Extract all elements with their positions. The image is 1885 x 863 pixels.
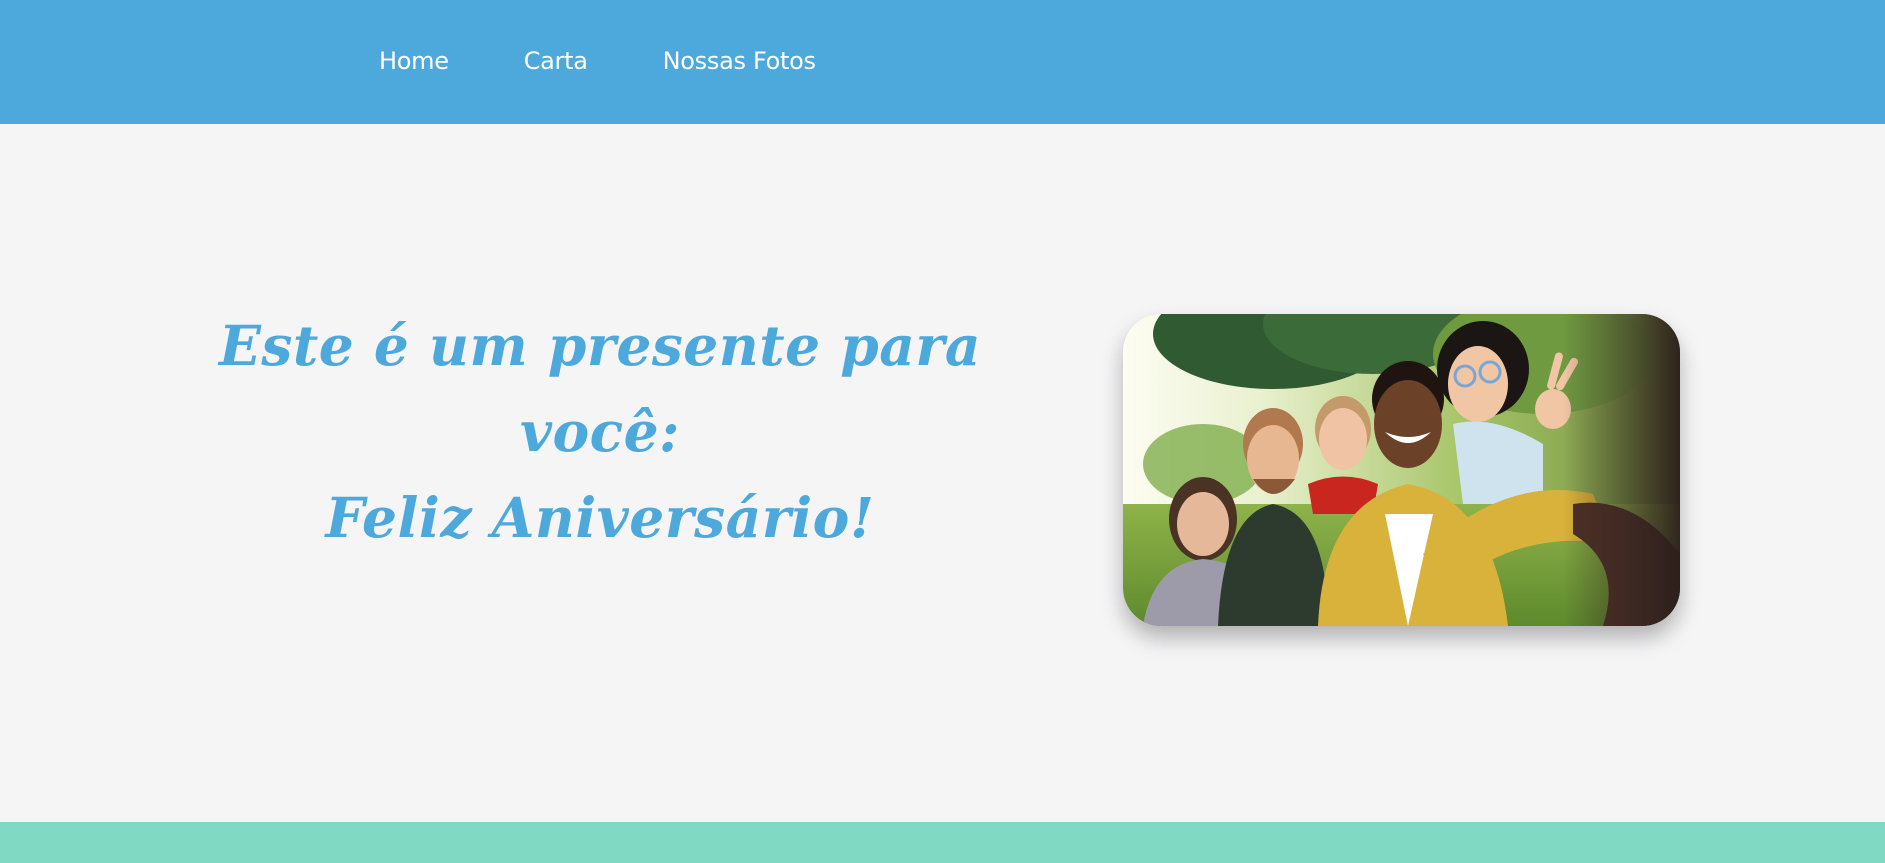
hero-heading-line-1: Este é um presente para você: [218,312,982,464]
nav-link-home[interactable]: Home [379,47,449,75]
nav-link-carta[interactable]: Carta [524,47,588,75]
footer-bar [0,822,1885,863]
hero-heading-line-2: Feliz Aniversário! [325,484,875,550]
hero-photo [1123,314,1680,626]
nav-link-nossas-fotos[interactable]: Nossas Fotos [663,47,816,75]
top-navbar: Home Carta Nossas Fotos [0,0,1885,124]
friends-selfie-image [1123,314,1680,626]
hero-heading: Este é um presente para você: Feliz Aniv… [150,303,1050,561]
nav-links: Home Carta Nossas Fotos [379,0,816,123]
